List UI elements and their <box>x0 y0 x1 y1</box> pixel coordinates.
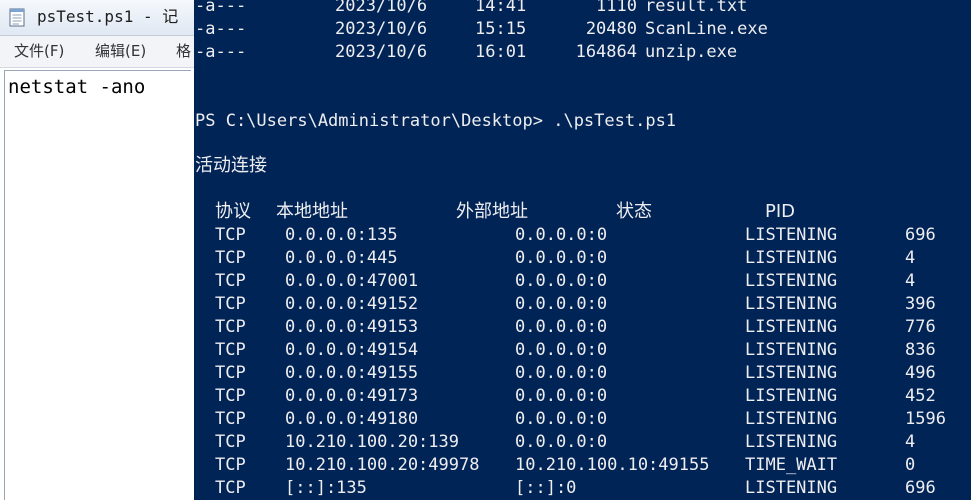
col-local-address: 本地地址 <box>276 201 348 222</box>
connection-pid: 496 <box>905 363 936 383</box>
connection-proto: TCP <box>215 409 246 429</box>
notepad-icon <box>9 8 25 27</box>
connection-proto: TCP <box>215 294 246 314</box>
connection-proto: TCP <box>215 225 246 245</box>
connection-state: LISTENING <box>745 294 838 314</box>
file-time: 15:15 <box>475 19 527 39</box>
connection-state: LISTENING <box>745 432 838 452</box>
connection-state: LISTENING <box>745 248 838 268</box>
col-protocol: 协议 <box>215 201 251 222</box>
connection-proto: TCP <box>215 455 246 475</box>
connection-proto: TCP <box>215 271 246 291</box>
section-title: 活动连接 <box>195 155 267 176</box>
connection-local: 0.0.0.0:49154 <box>285 340 419 360</box>
notepad-content: netstat -ano <box>8 76 146 98</box>
connection-local: [::]:135 <box>285 478 367 498</box>
connection-pid: 396 <box>905 294 936 314</box>
connection-local: 0.0.0.0:49153 <box>285 317 419 337</box>
notepad-window: psTest.ps1 - 记 文件(F) 编辑(E) 格 netstat -an… <box>0 0 194 500</box>
menu-file[interactable]: 文件(F) <box>14 41 64 61</box>
connection-local: 0.0.0.0:49173 <box>285 386 419 406</box>
file-name: ScanLine.exe <box>645 19 768 39</box>
connection-state: LISTENING <box>745 225 838 245</box>
menu-edit[interactable]: 编辑(E) <box>95 41 146 61</box>
connection-proto: TCP <box>215 432 246 452</box>
notepad-editor[interactable]: netstat -ano <box>4 70 191 500</box>
file-name: unzip.exe <box>645 42 738 62</box>
file-mode: -a--- <box>195 19 247 39</box>
connection-state: LISTENING <box>745 363 838 383</box>
connection-foreign: [::]:0 <box>515 478 577 498</box>
connection-local: 0.0.0.0:49152 <box>285 294 419 314</box>
connection-foreign: 0.0.0.0:0 <box>515 225 608 245</box>
connection-proto: TCP <box>215 386 246 406</box>
connection-pid: 696 <box>905 478 936 498</box>
connection-foreign: 0.0.0.0:0 <box>515 294 608 314</box>
connection-foreign: 0.0.0.0:0 <box>515 317 608 337</box>
file-length: 1110 <box>596 0 637 16</box>
powershell-console[interactable]: -a--- 2023/10/6 14:41 1110 result.txt -a--- 20… <box>194 0 971 500</box>
connection-local: 10.210.100.20:49978 <box>285 455 480 475</box>
menu-format[interactable]: 格 <box>176 41 191 61</box>
notepad-menubar: 文件(F) 编辑(E) 格 <box>0 36 194 68</box>
connection-foreign: 10.210.100.10:49155 <box>515 455 710 475</box>
connection-foreign: 0.0.0.0:0 <box>515 363 608 383</box>
connection-pid: 1596 <box>905 409 946 429</box>
connection-pid: 452 <box>905 386 936 406</box>
connection-foreign: 0.0.0.0:0 <box>515 340 608 360</box>
connection-state: LISTENING <box>745 317 838 337</box>
connection-state: LISTENING <box>745 386 838 406</box>
connection-pid: 696 <box>905 225 936 245</box>
file-mode: -a--- <box>195 42 247 62</box>
connection-proto: TCP <box>215 363 246 383</box>
connection-proto: TCP <box>215 340 246 360</box>
connection-foreign: 0.0.0.0:0 <box>515 248 608 268</box>
connection-local: 10.210.100.20:139 <box>285 432 459 452</box>
notepad-title: psTest.ps1 - 记 <box>37 7 179 26</box>
file-mode: -a--- <box>195 0 247 16</box>
file-time: 16:01 <box>475 42 527 62</box>
connection-foreign: 0.0.0.0:0 <box>515 409 608 429</box>
connection-state: LISTENING <box>745 409 838 429</box>
connection-proto: TCP <box>215 317 246 337</box>
file-date: 2023/10/6 <box>335 0 428 16</box>
connection-state: TIME_WAIT <box>745 455 838 475</box>
file-time: 14:41 <box>475 0 527 16</box>
ps-prompt: PS C:\Users\Administrator\Desktop> .\psT… <box>195 111 677 131</box>
connection-local: 0.0.0.0:135 <box>285 225 398 245</box>
file-date: 2023/10/6 <box>335 19 428 39</box>
connection-local: 0.0.0.0:445 <box>285 248 398 268</box>
connection-foreign: 0.0.0.0:0 <box>515 271 608 291</box>
connection-local: 0.0.0.0:49180 <box>285 409 419 429</box>
connection-local: 0.0.0.0:47001 <box>285 271 419 291</box>
connection-pid: 0 <box>905 455 916 475</box>
connection-pid: 4 <box>905 432 916 452</box>
connection-pid: 4 <box>905 248 916 268</box>
col-foreign-address: 外部地址 <box>456 201 528 222</box>
connection-foreign: 0.0.0.0:0 <box>515 432 608 452</box>
notepad-titlebar[interactable]: psTest.ps1 - 记 <box>0 0 194 36</box>
connection-pid: 4 <box>905 271 916 291</box>
connection-foreign: 0.0.0.0:0 <box>515 386 608 406</box>
file-length: 20480 <box>585 19 637 39</box>
file-date: 2023/10/6 <box>335 42 428 62</box>
col-state: 状态 <box>616 201 652 222</box>
connection-proto: TCP <box>215 478 246 498</box>
connection-pid: 836 <box>905 340 936 360</box>
file-length: 164864 <box>575 42 637 62</box>
file-name: result.txt <box>645 0 748 16</box>
connection-local: 0.0.0.0:49155 <box>285 363 419 383</box>
connection-proto: TCP <box>215 248 246 268</box>
connection-state: LISTENING <box>745 340 838 360</box>
connection-state: LISTENING <box>745 478 838 498</box>
connection-state: LISTENING <box>745 271 838 291</box>
col-pid: PID <box>765 201 796 222</box>
connection-pid: 776 <box>905 317 936 337</box>
